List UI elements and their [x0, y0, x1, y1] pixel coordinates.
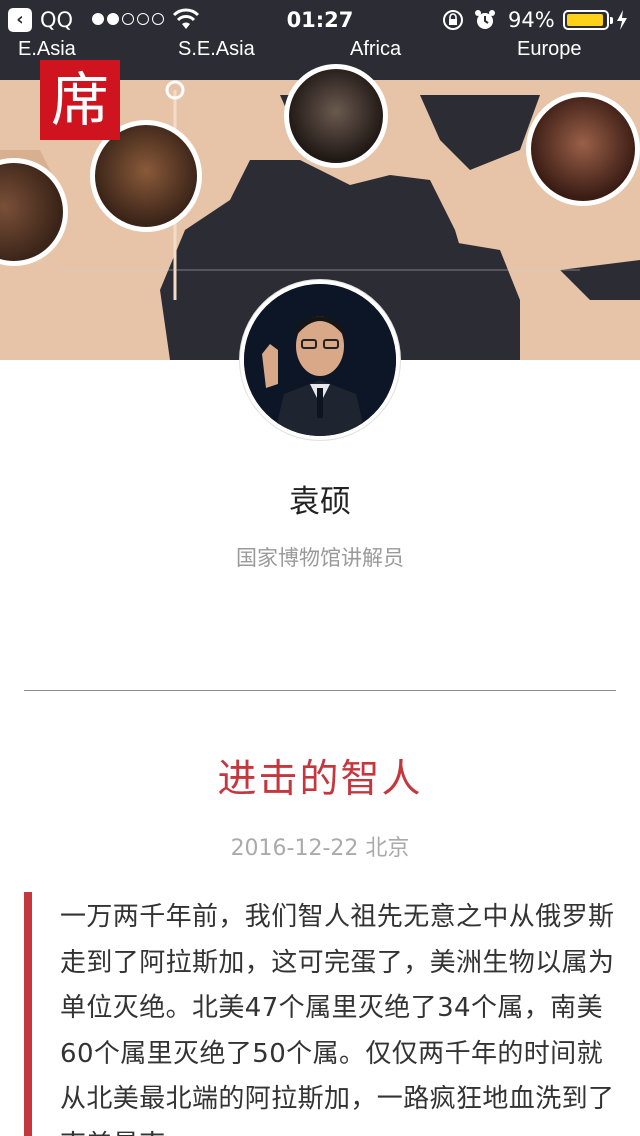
quote-accent-bar	[24, 892, 32, 1136]
article-date-location: 2016-12-22 北京	[230, 836, 410, 861]
charging-bolt-icon	[617, 10, 627, 30]
speaker-name: 袁硕	[289, 484, 351, 520]
article-title: 进击的智人	[217, 757, 423, 802]
region-label-africa: Africa	[350, 38, 402, 60]
region-label-southeast-asia: S.E.Asia	[178, 38, 255, 60]
speaker-title: 国家博物馆讲解员	[236, 546, 404, 570]
battery-percentage: 94%	[508, 8, 555, 32]
section-divider	[24, 690, 616, 691]
region-label-east-asia: E.Asia	[18, 38, 76, 60]
hominid-portrait-3	[284, 64, 388, 168]
battery-fill	[567, 14, 603, 26]
status-bar: ‹ QQ 01:27 94%	[0, 0, 640, 40]
brand-logo: 席	[40, 60, 120, 140]
alarm-clock-icon	[475, 10, 495, 29]
battery-icon	[563, 10, 613, 30]
hominid-portrait-4	[526, 92, 640, 206]
speaker-avatar[interactable]	[240, 280, 400, 440]
article-body-text: 一万两千年前，我们智人祖先无意之中从俄罗斯走到了阿拉斯加，这可完蛋了，美洲生物以…	[60, 902, 615, 1136]
region-label-europe: Europe	[517, 38, 582, 60]
rotation-lock-icon	[443, 10, 463, 30]
speaker-avatar-image	[244, 284, 396, 436]
